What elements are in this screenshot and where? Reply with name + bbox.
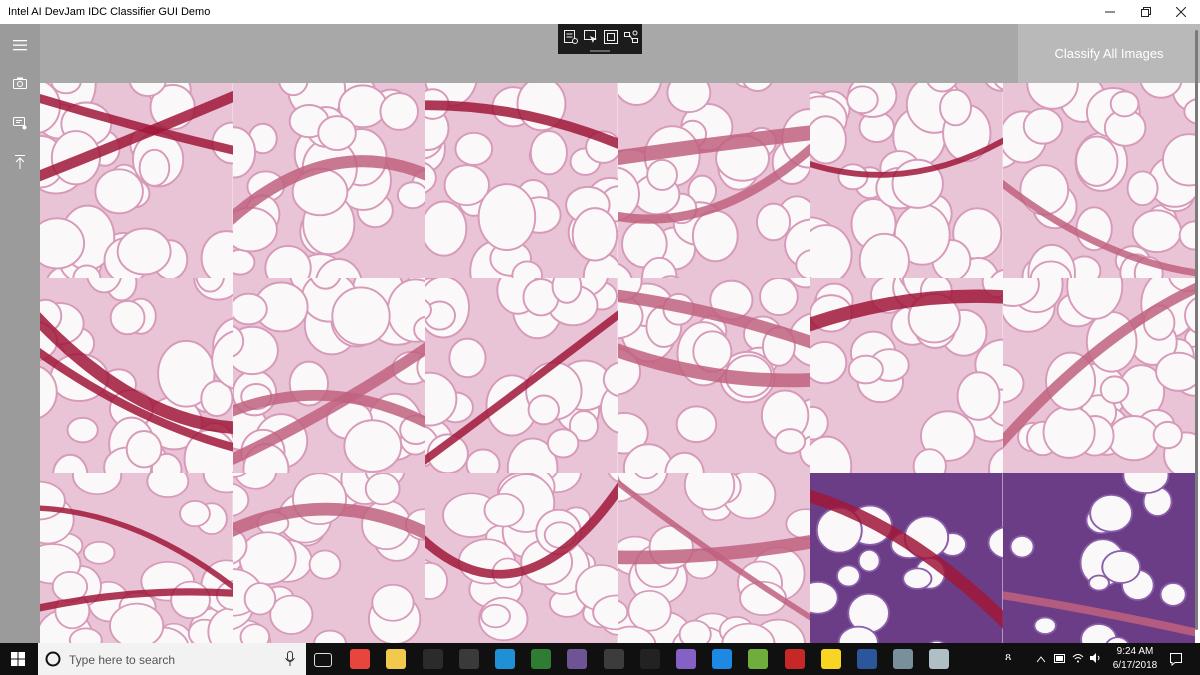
minimize-icon[interactable] <box>1093 0 1127 24</box>
github-icon[interactable] <box>567 649 588 669</box>
histology-image-tile[interactable] <box>810 83 1003 278</box>
volume-icon[interactable] <box>1089 653 1103 663</box>
histology-image-tile[interactable] <box>40 473 233 643</box>
debug-toolbar <box>558 24 642 54</box>
cortana-icon <box>45 651 61 667</box>
task-view-icon[interactable] <box>314 653 332 667</box>
azure-icon[interactable] <box>495 649 515 669</box>
classify-all-images-label: Classify All Images <box>1054 46 1164 61</box>
obs-icon[interactable] <box>603 649 624 669</box>
chrome-icon[interactable] <box>350 649 371 669</box>
close-icon[interactable] <box>1164 0 1198 24</box>
histology-image-tile[interactable] <box>1002 83 1195 278</box>
notepad-plus-icon[interactable] <box>748 649 769 669</box>
vertical-scrollbar[interactable] <box>1195 30 1198 630</box>
app2-icon[interactable] <box>893 649 914 669</box>
upload-icon[interactable] <box>0 145 40 179</box>
histology-image-tile[interactable] <box>425 473 618 643</box>
wifi-icon[interactable] <box>1072 653 1084 663</box>
terminal-icon[interactable] <box>458 649 479 669</box>
histology-image-tile[interactable] <box>617 473 810 643</box>
visual-studio-icon[interactable] <box>676 649 696 669</box>
file-explorer-icon[interactable] <box>386 649 407 669</box>
classify-all-images-button[interactable]: Classify All Images <box>1018 24 1200 83</box>
classify-icon[interactable] <box>0 106 40 140</box>
app-icon[interactable] <box>820 649 841 669</box>
histology-image-tile[interactable] <box>617 278 810 473</box>
battery-icon[interactable] <box>1054 654 1066 663</box>
search-placeholder: Type here to search <box>69 653 176 667</box>
hamburger-menu-icon[interactable] <box>0 28 40 62</box>
histology-image-tile[interactable] <box>40 83 233 278</box>
cmd-icon[interactable] <box>422 649 443 669</box>
people-icon[interactable]: ጸ <box>1005 651 1011 664</box>
histology-image-tile[interactable] <box>232 278 425 473</box>
select-element-icon[interactable] <box>584 30 598 44</box>
filezilla-icon[interactable] <box>784 649 805 669</box>
app3-icon[interactable] <box>929 649 950 669</box>
histology-image-tile[interactable] <box>40 278 233 473</box>
image-grid <box>40 83 1195 643</box>
histology-image-tile[interactable] <box>1002 278 1195 473</box>
clock-date[interactable]: 6/17/2018 <box>1106 660 1164 671</box>
window-title: Intel AI DevJam IDC Classifier GUI Demo <box>8 6 211 18</box>
camera-icon[interactable] <box>0 66 40 100</box>
histology-image-tile[interactable] <box>617 83 810 278</box>
histology-image-tile[interactable] <box>810 278 1003 473</box>
histology-image-tile[interactable] <box>232 83 425 278</box>
title-bar: Intel AI DevJam IDC Classifier GUI Demo <box>0 0 1200 24</box>
histology-image-tile[interactable] <box>425 83 618 278</box>
vscode-icon[interactable] <box>712 649 733 669</box>
network-icon[interactable] <box>531 649 552 669</box>
windows-start-icon[interactable] <box>11 652 25 671</box>
restore-icon[interactable] <box>1129 0 1163 24</box>
display-layout-icon[interactable] <box>604 30 618 44</box>
histology-image-tile[interactable] <box>810 473 1003 643</box>
notification-icon[interactable] <box>1169 652 1183 666</box>
histology-image-tile[interactable] <box>1002 473 1195 643</box>
histology-image-tile[interactable] <box>232 473 425 643</box>
track-focus-icon[interactable] <box>624 30 638 44</box>
live-tree-icon[interactable] <box>564 30 578 44</box>
chevron-up-icon[interactable] <box>1036 655 1046 663</box>
taskbar-search-box[interactable]: Type here to search <box>38 643 306 675</box>
word-icon[interactable] <box>857 649 877 669</box>
davinci-icon[interactable] <box>639 649 660 669</box>
taskbar: Type here to search ጸ 9:24 AM 6/17/2018 <box>0 643 1200 675</box>
histology-image-tile[interactable] <box>425 278 618 473</box>
microphone-icon[interactable] <box>285 651 295 667</box>
toolbar-grip[interactable] <box>590 50 610 52</box>
clock-time[interactable]: 9:24 AM <box>1110 646 1160 657</box>
left-navigation-rail <box>0 24 40 643</box>
